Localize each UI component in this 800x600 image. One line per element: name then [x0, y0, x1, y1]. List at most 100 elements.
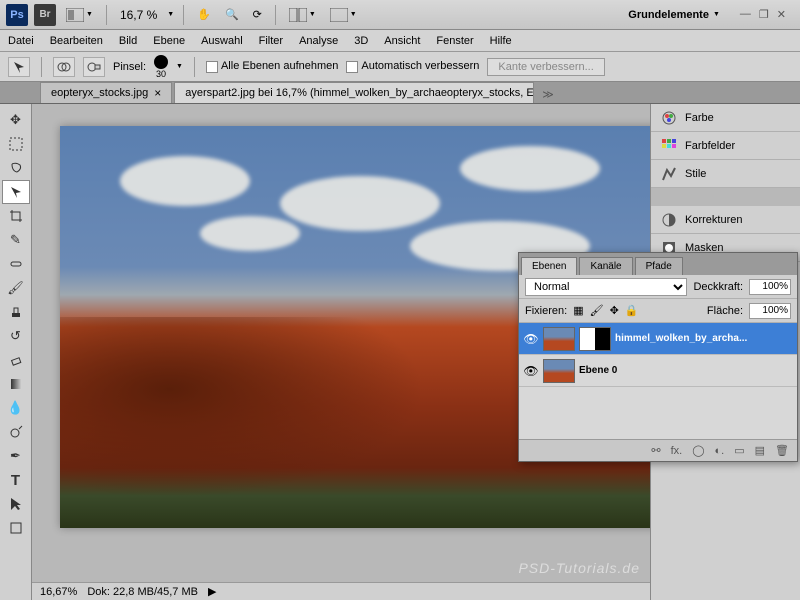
new-layer-icon[interactable]: ▤ [755, 444, 765, 457]
lasso-tool[interactable] [2, 156, 30, 180]
tool-preset-picker[interactable] [8, 57, 30, 77]
menu-datei[interactable]: Datei [8, 35, 34, 47]
adjustment-layer-icon[interactable]: ◐. [715, 445, 725, 457]
tab-kanaele[interactable]: Kanäle [579, 257, 632, 275]
options-bar: Pinsel: 30 ▼ Alle Ebenen aufnehmen Autom… [0, 52, 800, 82]
layer-item[interactable]: 👁 himmel_wolken_by_archa... [519, 323, 797, 355]
panel-korrekturen[interactable]: Korrekturen [651, 206, 800, 234]
clone-stamp-tool[interactable] [2, 300, 30, 324]
menu-hilfe[interactable]: Hilfe [490, 35, 512, 47]
document-tab[interactable]: ayerspart2.jpg bei 16,7% (himmel_wolken_… [174, 82, 534, 103]
move-tool[interactable]: ✥ [2, 108, 30, 132]
layers-panel-tabs: Ebenen Kanäle Pfade [519, 253, 797, 275]
zoom-value[interactable]: 16,7 % [116, 8, 161, 22]
panel-stile[interactable]: Stile [651, 160, 800, 188]
healing-brush-tool[interactable] [2, 252, 30, 276]
layer-fx-icon[interactable]: fx. [671, 445, 683, 457]
menu-ebene[interactable]: Ebene [153, 35, 185, 47]
tab-pfade[interactable]: Pfade [635, 257, 683, 275]
chevron-down-icon[interactable]: ▼ [167, 11, 174, 18]
color-icon [661, 110, 677, 126]
lock-transparency-icon[interactable]: ▦ [573, 304, 583, 317]
eraser-tool[interactable] [2, 348, 30, 372]
path-select-tool[interactable] [2, 492, 30, 516]
status-arrow[interactable]: ▶ [208, 585, 216, 598]
document-tabbar: eopteryx_stocks.jpg × ayerspart2.jpg bei… [0, 82, 800, 104]
layer-thumbnail[interactable] [543, 359, 575, 383]
zoom-tool-shortcut[interactable]: 🔍 [221, 6, 243, 23]
panel-farbfelder[interactable]: Farbfelder [651, 132, 800, 160]
history-brush-tool[interactable]: ↺ [2, 324, 30, 348]
menu-bearbeiten[interactable]: Bearbeiten [50, 35, 103, 47]
menu-filter[interactable]: Filter [259, 35, 283, 47]
eyedropper-tool[interactable]: ✎ [2, 228, 30, 252]
gradient-tool[interactable] [2, 372, 30, 396]
lock-row: Fixieren: ▦ 🖌 ✥ 🔒 Fläche: [519, 299, 797, 323]
pen-tool[interactable]: ✒ [2, 444, 30, 468]
subtract-from-selection[interactable] [83, 57, 105, 77]
shape-tool[interactable] [2, 516, 30, 540]
mask-thumbnail[interactable] [579, 327, 611, 351]
lock-pixels-icon[interactable]: 🖌 [590, 304, 604, 317]
layer-name[interactable]: Ebene 0 [579, 365, 617, 376]
tab-ebenen[interactable]: Ebenen [521, 257, 577, 275]
layer-name[interactable]: himmel_wolken_by_archa... [615, 333, 747, 344]
layout-dropdown[interactable]: ▼ [62, 6, 97, 24]
fill-field[interactable] [749, 303, 791, 319]
refine-edge-button[interactable]: Kante verbessern... [487, 58, 604, 76]
bridge-icon[interactable]: Br [34, 4, 56, 26]
close-icon[interactable]: × [154, 86, 161, 100]
brush-tool[interactable]: 🖌 [2, 276, 30, 300]
panel-farbe[interactable]: Farbe [651, 104, 800, 132]
opacity-label: Deckkraft: [693, 281, 743, 293]
delete-layer-icon[interactable]: 🗑 [775, 444, 789, 457]
add-to-selection[interactable] [53, 57, 75, 77]
brush-picker[interactable]: 30 [154, 55, 168, 79]
add-mask-icon[interactable]: ◯ [692, 444, 704, 457]
lock-position-icon[interactable]: ✥ [610, 304, 619, 317]
status-zoom[interactable]: 16,67% [40, 586, 77, 598]
dodge-tool[interactable] [2, 420, 30, 444]
menu-fenster[interactable]: Fenster [436, 35, 473, 47]
auto-enhance-checkbox[interactable]: Automatisch verbessern [346, 60, 479, 72]
link-layers-icon[interactable]: ⚯ [651, 444, 660, 457]
arrange-dropdown[interactable]: ▼ [285, 6, 320, 24]
layer-thumbnail[interactable] [543, 327, 575, 351]
chevron-down-icon[interactable]: ▼ [176, 63, 183, 70]
menu-analyse[interactable]: Analyse [299, 35, 338, 47]
opacity-field[interactable] [749, 279, 791, 295]
screen-mode-icon [330, 8, 348, 22]
photoshop-icon[interactable]: Ps [6, 4, 28, 26]
lock-all-icon[interactable]: 🔒 [625, 304, 639, 317]
layer-item[interactable]: 👁 Ebene 0 [519, 355, 797, 387]
status-bar: 16,67% Dok: 22,8 MB/45,7 MB ▶ [32, 582, 650, 600]
menu-ansicht[interactable]: Ansicht [384, 35, 420, 47]
close-button[interactable]: ✕ [777, 8, 786, 21]
type-tool[interactable]: T [2, 468, 30, 492]
toolbox: ✥ ✎ 🖌 ↺ 💧 ✒ T [0, 104, 32, 600]
hand-tool-shortcut[interactable]: ✋ [193, 6, 215, 23]
sample-all-layers-checkbox[interactable]: Alle Ebenen aufnehmen [206, 60, 338, 72]
layers-panel[interactable]: Ebenen Kanäle Pfade Normal Deckkraft: Fi… [518, 252, 798, 462]
maximize-button[interactable]: ❐ [759, 8, 769, 21]
crop-tool[interactable] [2, 204, 30, 228]
quick-select-tool[interactable] [2, 180, 30, 204]
minimize-button[interactable]: — [740, 8, 751, 21]
new-group-icon[interactable]: ▭ [734, 444, 744, 457]
blend-mode-select[interactable]: Normal [525, 278, 687, 296]
visibility-toggle[interactable]: 👁 [523, 331, 539, 347]
marquee-tool[interactable] [2, 132, 30, 156]
status-doc-info[interactable]: Dok: 22,8 MB/45,7 MB [87, 586, 198, 598]
document-tab[interactable]: eopteryx_stocks.jpg × [40, 82, 172, 103]
blur-tool[interactable]: 💧 [2, 396, 30, 420]
workspace-switcher[interactable]: Grundelemente ▼ [622, 7, 726, 23]
screen-mode-dropdown[interactable]: ▼ [326, 6, 361, 24]
visibility-toggle[interactable]: 👁 [523, 363, 539, 379]
rotate-view-shortcut[interactable]: ⟳ [249, 6, 266, 23]
menu-bild[interactable]: Bild [119, 35, 137, 47]
menu-auswahl[interactable]: Auswahl [201, 35, 243, 47]
lock-label: Fixieren: [525, 305, 567, 317]
menu-3d[interactable]: 3D [354, 35, 368, 47]
window-controls: — ❐ ✕ [732, 8, 794, 21]
tabs-overflow[interactable]: ≫ [536, 86, 560, 103]
